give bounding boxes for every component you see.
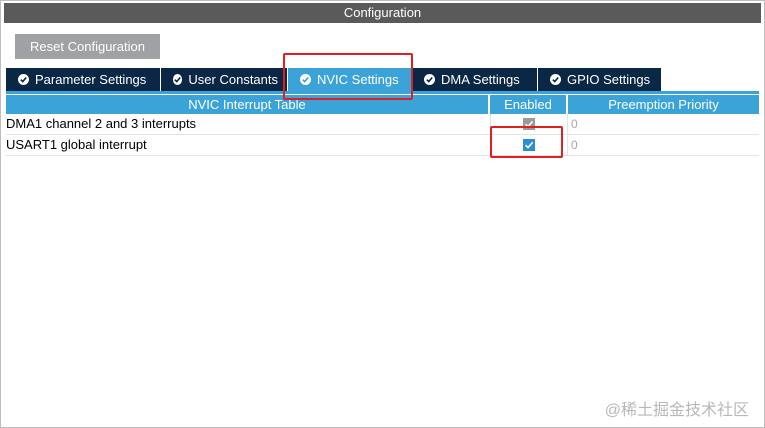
check-circle-icon <box>173 74 183 85</box>
tab-label: Parameter Settings <box>35 72 147 87</box>
tab-parameter-settings[interactable]: Parameter Settings <box>6 68 160 91</box>
tab-user-constants[interactable]: User Constants <box>161 68 287 91</box>
interrupt-name: USART1 global interrupt <box>6 137 147 152</box>
reset-configuration-button[interactable]: Reset Configuration <box>15 34 160 59</box>
tab-label: User Constants <box>188 72 278 87</box>
watermark: @稀土掘金技术社区 <box>604 402 749 419</box>
tab-label: DMA Settings <box>441 72 520 87</box>
preemption-priority-value[interactable]: 0 <box>568 135 759 155</box>
window-title: Configuration <box>4 3 761 23</box>
column-header-priority[interactable]: Preemption Priority <box>568 95 759 114</box>
table-row[interactable]: DMA1 channel 2 and 3 interrupts 0 <box>6 114 759 135</box>
interrupt-name: DMA1 channel 2 and 3 interrupts <box>6 116 197 131</box>
check-circle-icon <box>424 74 435 85</box>
highlight-box-nvic-tab <box>283 53 413 100</box>
check-circle-icon <box>18 74 29 85</box>
preemption-priority-value[interactable]: 0 <box>568 114 759 134</box>
tab-dma-settings[interactable]: DMA Settings <box>412 68 537 91</box>
column-header-interrupt[interactable]: NVIC Interrupt Table <box>6 95 490 114</box>
tab-label: GPIO Settings <box>567 72 651 87</box>
highlight-box-enabled-checkbox <box>490 126 563 158</box>
table-row[interactable]: USART1 global interrupt 0 <box>6 135 759 156</box>
check-circle-icon <box>550 74 561 85</box>
tab-gpio-settings[interactable]: GPIO Settings <box>538 68 661 91</box>
column-header-enabled[interactable]: Enabled <box>490 95 568 114</box>
nvic-interrupt-table: NVIC Interrupt Table Enabled Preemption … <box>6 95 759 156</box>
